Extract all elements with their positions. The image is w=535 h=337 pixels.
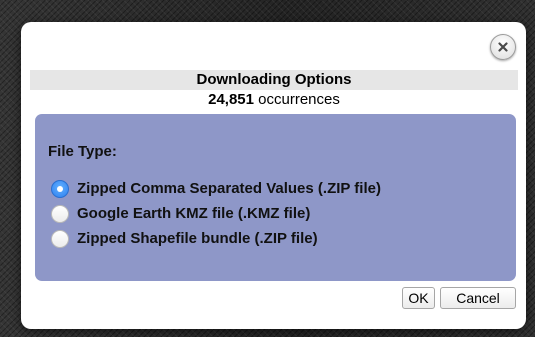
- occurrence-count-suffix: occurrences: [254, 91, 340, 108]
- radio-unselected-icon[interactable]: [51, 230, 69, 248]
- file-type-option-label: Google Earth KMZ file (.KMZ file): [77, 205, 311, 222]
- file-type-label: File Type:: [48, 143, 117, 160]
- radio-unselected-icon[interactable]: [51, 205, 69, 223]
- download-options-dialog: Downloading Options 24,851 occurrences F…: [21, 22, 526, 329]
- occurrence-count: 24,851 occurrences: [30, 91, 518, 109]
- file-type-option-csv[interactable]: Zipped Comma Separated Values (.ZIP file…: [51, 179, 381, 199]
- file-type-option-kmz[interactable]: Google Earth KMZ file (.KMZ file): [51, 204, 310, 224]
- close-button[interactable]: [490, 34, 516, 60]
- file-type-option-shapefile[interactable]: Zipped Shapefile bundle (.ZIP file): [51, 229, 318, 249]
- file-type-panel: File Type: Zipped Comma Separated Values…: [35, 114, 516, 281]
- close-icon: [498, 42, 508, 52]
- radio-selected-icon[interactable]: [51, 180, 69, 198]
- occurrence-count-value: 24,851: [208, 91, 254, 108]
- file-type-option-label: Zipped Comma Separated Values (.ZIP file…: [77, 180, 381, 197]
- cancel-button[interactable]: Cancel: [440, 287, 516, 309]
- ok-button[interactable]: OK: [402, 287, 435, 309]
- file-type-option-label: Zipped Shapefile bundle (.ZIP file): [77, 230, 318, 247]
- dialog-title: Downloading Options: [30, 70, 518, 90]
